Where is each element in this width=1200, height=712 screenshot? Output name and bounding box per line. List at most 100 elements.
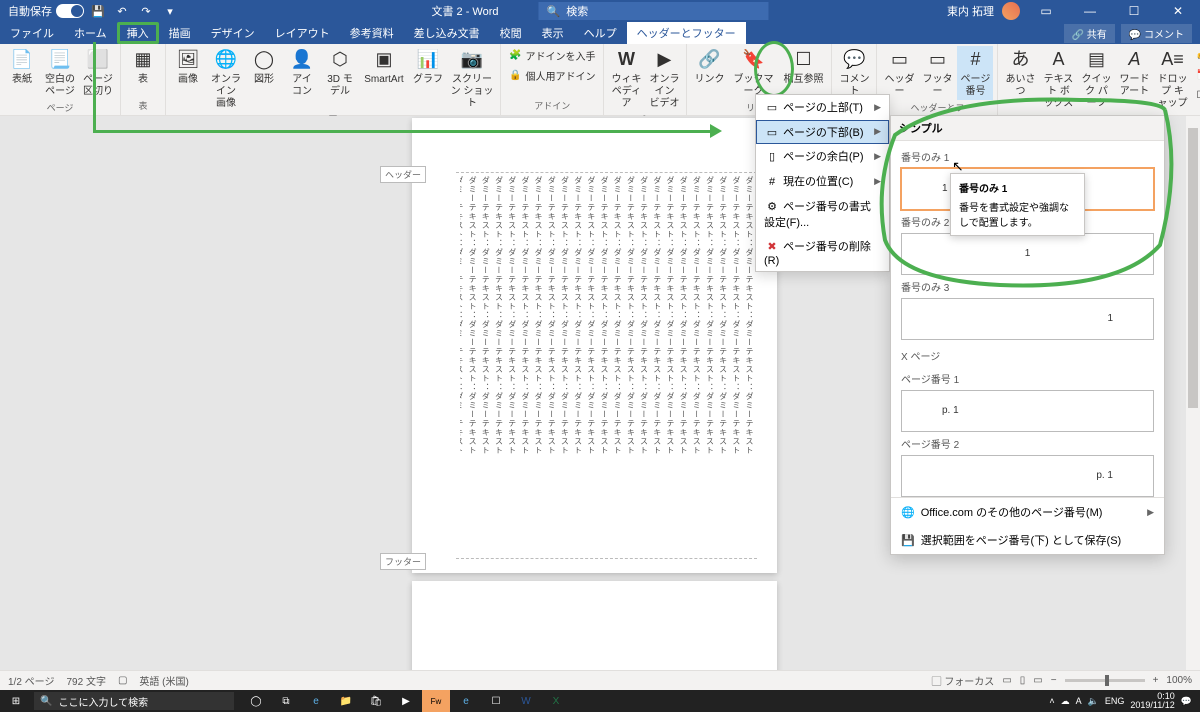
gallery-item-page-2[interactable]: ページ番号 2 p. 1 bbox=[901, 436, 1154, 497]
zoom-in-icon[interactable]: + bbox=[1153, 675, 1159, 686]
smartart-button[interactable]: ▣SmartArt bbox=[360, 46, 408, 88]
page-2[interactable] bbox=[412, 581, 777, 670]
media-icon[interactable]: ▶ bbox=[392, 690, 420, 712]
tab-references[interactable]: 参考資料 bbox=[340, 22, 404, 44]
tab-home[interactable]: ホーム bbox=[64, 22, 117, 44]
redo-icon[interactable]: ↷ bbox=[136, 1, 156, 21]
tray-network-icon[interactable]: 🔈 bbox=[1088, 696, 1099, 707]
status-spellcheck-icon[interactable]: ▢ bbox=[118, 675, 127, 686]
blank-page-button[interactable]: 📃空白の ページ bbox=[42, 46, 78, 100]
qat-dropdown-icon[interactable]: ▾ bbox=[160, 1, 180, 21]
comment-button[interactable]: 💬コメント bbox=[836, 46, 872, 100]
textbox-button[interactable]: Aテキスト ボックス bbox=[1040, 46, 1076, 112]
status-page[interactable]: 1/2 ページ bbox=[8, 673, 54, 688]
table-button[interactable]: ▦表 bbox=[125, 46, 161, 88]
tray-onedrive-icon[interactable]: ☁ bbox=[1061, 696, 1070, 707]
minimize-button[interactable]: — bbox=[1072, 0, 1108, 22]
icons-button[interactable]: 👤アイ コン bbox=[284, 46, 320, 100]
store-icon[interactable]: 🛍 bbox=[362, 690, 390, 712]
gallery-item-page-1[interactable]: ページ番号 1 p. 1 bbox=[901, 371, 1154, 432]
tab-view[interactable]: 表示 bbox=[532, 22, 574, 44]
tray-lang[interactable]: ENG bbox=[1105, 696, 1125, 706]
autosave-toggle[interactable] bbox=[56, 4, 84, 18]
maximize-button[interactable]: ☐ bbox=[1116, 0, 1152, 22]
vertical-scrollbar[interactable] bbox=[1186, 116, 1200, 670]
start-button[interactable]: ⊞ bbox=[0, 690, 32, 712]
tab-layout[interactable]: レイアウト bbox=[265, 22, 340, 44]
edge-icon[interactable]: e bbox=[302, 690, 330, 712]
menu-current-position[interactable]: # 現在の位置(C)▶ bbox=[756, 169, 889, 194]
wikipedia-button[interactable]: Wウィキ ペディア bbox=[608, 46, 644, 112]
user-avatar[interactable] bbox=[1002, 2, 1020, 20]
search-box[interactable]: 🔍 検索 bbox=[539, 2, 769, 20]
shapes-button[interactable]: ◯図形 bbox=[246, 46, 282, 88]
tab-file[interactable]: ファイル bbox=[0, 22, 64, 44]
menu-format-page-numbers[interactable]: ⚙ ページ番号の書式設定(F)... bbox=[756, 194, 889, 235]
screenshot-button[interactable]: 📷スクリーン ショット bbox=[448, 46, 496, 112]
undo-icon[interactable]: ↶ bbox=[112, 1, 132, 21]
zoom-level[interactable]: 100% bbox=[1166, 675, 1192, 686]
link-button[interactable]: 🔗リンク bbox=[691, 46, 727, 88]
page-break-button[interactable]: ⬜ページ 区切り bbox=[80, 46, 116, 100]
tray-notifications-icon[interactable]: 💬 bbox=[1181, 696, 1192, 707]
focus-mode-button[interactable]: ▢ フォーカス bbox=[932, 673, 995, 688]
cross-reference-button[interactable]: ☐相互参照 bbox=[779, 46, 827, 88]
online-pictures-button[interactable]: 🌐オンライン 画像 bbox=[208, 46, 244, 112]
status-words[interactable]: 792 文字 bbox=[66, 673, 105, 688]
share-button[interactable]: 🔗 共有 bbox=[1064, 24, 1115, 43]
zoom-out-icon[interactable]: − bbox=[1051, 675, 1057, 686]
tab-insert[interactable]: 挿入 bbox=[117, 22, 159, 44]
get-addins-button[interactable]: 🧩 アドインを入手 bbox=[505, 46, 599, 65]
footer-button[interactable]: ▭フッター bbox=[919, 46, 955, 100]
tab-draw[interactable]: 描画 bbox=[159, 22, 201, 44]
page-1[interactable]: ヘッダー フッター ダミーテキスト：ダミーテキスト：ダミーテキスト：ダミーテキス… bbox=[412, 118, 777, 573]
tab-review[interactable]: 校閲 bbox=[490, 22, 532, 44]
wordart-button[interactable]: Aワード アート bbox=[1116, 46, 1152, 100]
taskbar-search[interactable]: 🔍 ここに入力して検索 bbox=[34, 692, 234, 710]
menu-bottom-of-page[interactable]: ▭ ページの下部(B)▶ bbox=[756, 120, 889, 145]
online-video-button[interactable]: ▶オンライン ビデオ bbox=[646, 46, 682, 112]
pictures-button[interactable]: 🖼画像 bbox=[170, 46, 206, 88]
menu-remove-page-numbers[interactable]: ✖ ページ番号の削除(R) bbox=[756, 234, 889, 271]
chart-button[interactable]: 📊グラフ bbox=[410, 46, 446, 88]
comments-button[interactable]: 💬 コメント bbox=[1121, 24, 1192, 43]
gallery-save-selection[interactable]: 💾選択範囲をページ番号(下) として保存(S) bbox=[891, 526, 1164, 554]
tray-date[interactable]: 2019/11/12 bbox=[1130, 701, 1174, 710]
menu-page-margins[interactable]: ▯ ページの余白(P)▶ bbox=[756, 144, 889, 169]
3d-models-button[interactable]: ⬡3D モデル bbox=[322, 46, 358, 100]
dropcap-button[interactable]: A≡ドロップ キャップ bbox=[1154, 46, 1190, 112]
close-button[interactable]: ✕ bbox=[1160, 0, 1196, 22]
excel-icon[interactable]: X bbox=[542, 690, 570, 712]
app-icon[interactable]: ☐ bbox=[482, 690, 510, 712]
fw-icon[interactable]: Fw bbox=[422, 690, 450, 712]
tray-up-icon[interactable]: ˄ bbox=[1049, 696, 1054, 706]
date-time-button[interactable]: 📅 日付と時刻 bbox=[1192, 66, 1200, 85]
quick-parts-button[interactable]: ▤クイック パーツ bbox=[1078, 46, 1114, 112]
taskview-icon[interactable]: ⧉ bbox=[272, 690, 300, 712]
zoom-slider[interactable] bbox=[1065, 679, 1145, 682]
save-icon[interactable]: 💾 bbox=[88, 1, 108, 21]
signature-line-button[interactable]: ✍ 署名欄 bbox=[1192, 46, 1200, 65]
my-addins-button[interactable]: 🔒 個人用アドイン bbox=[505, 66, 599, 85]
tray-ime-icon[interactable]: A bbox=[1076, 696, 1082, 706]
tab-design[interactable]: デザイン bbox=[201, 22, 265, 44]
word-icon[interactable]: W bbox=[512, 690, 540, 712]
gallery-item-plain-3[interactable]: 番号のみ 3 1 bbox=[901, 279, 1154, 340]
view-readmode-icon[interactable]: ▭ bbox=[1002, 675, 1011, 686]
object-button[interactable]: ☐ オブジェクト bbox=[1192, 86, 1200, 105]
gallery-more-office[interactable]: 🌐Office.com のその他のページ番号(M)▶ bbox=[891, 498, 1164, 526]
cortana-icon[interactable]: ◯ bbox=[242, 690, 270, 712]
page-number-button[interactable]: #ページ 番号 bbox=[957, 46, 993, 100]
ie-icon[interactable]: e bbox=[452, 690, 480, 712]
tab-help[interactable]: ヘルプ bbox=[574, 22, 627, 44]
menu-top-of-page[interactable]: ▭ ページの上部(T)▶ bbox=[756, 95, 889, 120]
bookmark-button[interactable]: 🔖ブックマーク bbox=[729, 46, 777, 100]
header-button[interactable]: ▭ヘッダー bbox=[881, 46, 917, 100]
tab-mailings[interactable]: 差し込み文書 bbox=[404, 22, 490, 44]
view-web-icon[interactable]: ▭ bbox=[1033, 675, 1042, 686]
view-print-icon[interactable]: ▯ bbox=[1020, 675, 1026, 686]
tab-header-footer[interactable]: ヘッダーとフッター bbox=[627, 22, 746, 44]
cover-page-button[interactable]: 📄表紙 bbox=[4, 46, 40, 88]
status-language[interactable]: 英語 (米国) bbox=[139, 673, 188, 688]
ribbon-display-icon[interactable]: ▭ bbox=[1028, 0, 1064, 22]
